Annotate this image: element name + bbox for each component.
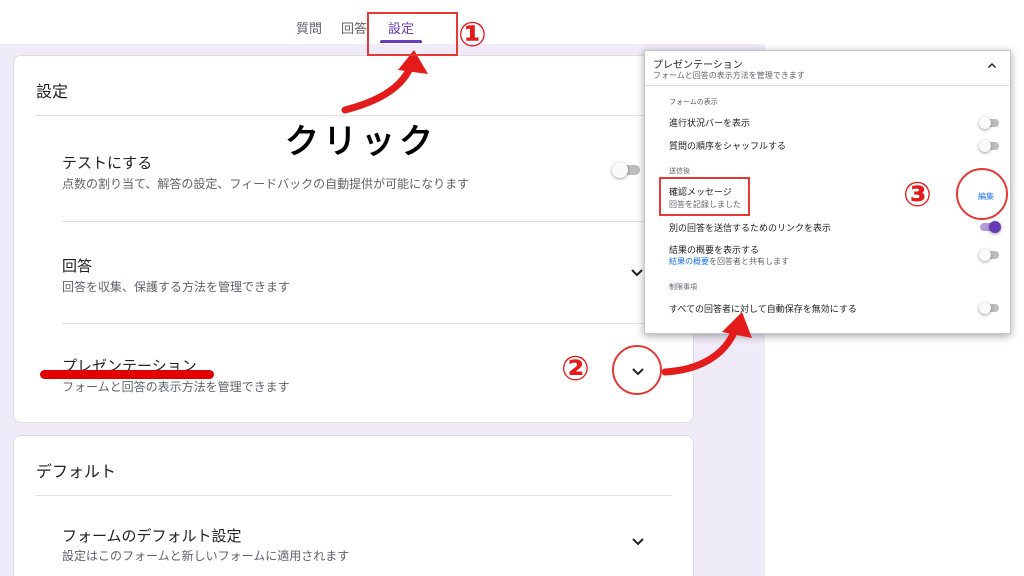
step2-marker: ② <box>561 349 590 389</box>
presentation-underline-mark <box>40 370 214 379</box>
settings-tab-highlight <box>367 12 458 56</box>
click-annotation: クリック <box>285 122 437 162</box>
step3-marker: ③ <box>903 175 932 215</box>
presentation-chevron-highlight <box>612 345 662 395</box>
annotation-arrows <box>341 50 752 376</box>
step1-marker: ① <box>458 15 487 55</box>
confirmation-message-highlight <box>659 177 750 216</box>
edit-button-highlight <box>956 168 1008 220</box>
